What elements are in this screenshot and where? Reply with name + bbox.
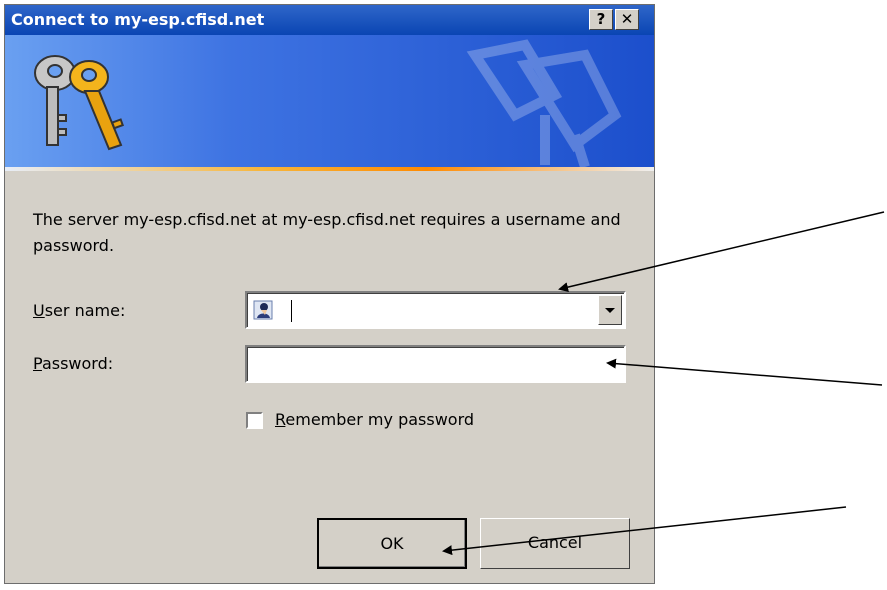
annotation-arrows	[442, 211, 885, 556]
arrow-to-password	[606, 358, 883, 386]
arrow-to-ok	[442, 506, 847, 556]
arrow-to-username	[558, 211, 885, 293]
